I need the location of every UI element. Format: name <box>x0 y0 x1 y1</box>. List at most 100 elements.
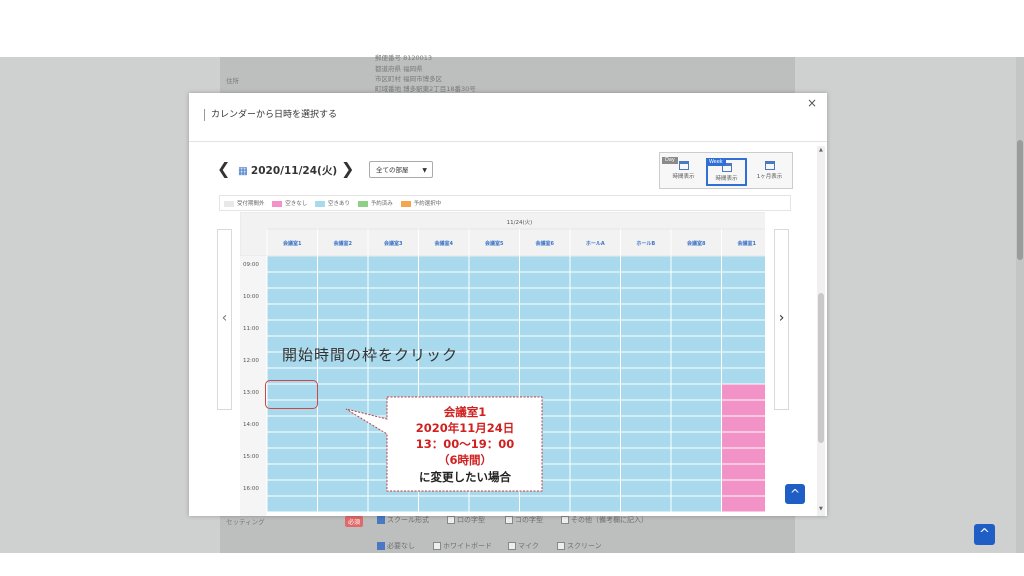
slot-available[interactable] <box>621 304 671 320</box>
slot-available[interactable] <box>722 256 765 272</box>
slot-available[interactable] <box>368 496 419 512</box>
slot-available[interactable] <box>318 320 368 336</box>
equipment-option-whiteboard[interactable]: ホワイトボード <box>433 541 492 551</box>
scroll-down-arrow-icon[interactable]: ▼ <box>819 506 823 512</box>
slot-available[interactable] <box>267 496 318 512</box>
slot-available[interactable] <box>671 480 722 496</box>
slot-available[interactable] <box>570 256 621 272</box>
setting-option-ro[interactable]: 口の字型 <box>447 515 485 525</box>
slot-available[interactable] <box>621 320 671 336</box>
slot-available[interactable] <box>570 368 621 384</box>
slot-available[interactable] <box>419 304 469 320</box>
slot-available[interactable] <box>722 272 765 288</box>
slot-available[interactable] <box>671 288 722 304</box>
slot-available[interactable] <box>469 256 520 272</box>
slot-available[interactable] <box>570 336 621 352</box>
slot-available[interactable] <box>318 272 368 288</box>
slot-available[interactable] <box>368 304 419 320</box>
slot-available[interactable] <box>570 448 621 464</box>
slot-available[interactable] <box>621 416 671 432</box>
slot-available[interactable] <box>267 320 318 336</box>
slot-available[interactable] <box>318 288 368 304</box>
modal-scroll-top-button[interactable]: ^ <box>785 484 805 504</box>
close-icon[interactable]: × <box>807 96 817 110</box>
slot-available[interactable] <box>570 416 621 432</box>
prev-day-button[interactable]: ❮ <box>217 159 230 178</box>
slot-available[interactable] <box>621 448 671 464</box>
slot-available[interactable] <box>520 304 570 320</box>
room-select[interactable]: 全ての部屋 ▼ <box>369 161 433 178</box>
setting-option-school[interactable]: スクール形式 <box>377 515 429 525</box>
slot-available[interactable] <box>621 288 671 304</box>
slot-available[interactable] <box>469 288 520 304</box>
slot-available[interactable] <box>469 352 520 368</box>
slot-available[interactable] <box>469 336 520 352</box>
slot-available[interactable] <box>368 288 419 304</box>
slot-available[interactable] <box>267 448 318 464</box>
slot-available[interactable] <box>469 320 520 336</box>
slot-available[interactable] <box>621 272 671 288</box>
page-scrollbar-thumb[interactable] <box>1017 140 1023 260</box>
slot-available[interactable] <box>419 320 469 336</box>
slot-available[interactable] <box>570 384 621 400</box>
slot-available[interactable] <box>469 368 520 384</box>
slot-available[interactable] <box>419 496 469 512</box>
setting-option-ko[interactable]: コの字型 <box>505 515 543 525</box>
page-scroll-top-button[interactable]: ^ <box>974 524 995 545</box>
slot-available[interactable] <box>722 304 765 320</box>
slot-available[interactable] <box>570 272 621 288</box>
slot-available[interactable] <box>671 448 722 464</box>
equipment-option-screen[interactable]: スクリーン <box>557 541 602 551</box>
slot-available[interactable] <box>267 464 318 480</box>
week-view-button[interactable]: Week 時間表示 <box>706 158 747 186</box>
slot-available[interactable] <box>671 416 722 432</box>
slot-available[interactable] <box>318 304 368 320</box>
slot-available[interactable] <box>621 384 671 400</box>
slot-available[interactable] <box>621 496 671 512</box>
slot-available[interactable] <box>267 256 318 272</box>
slot-available[interactable] <box>469 496 520 512</box>
slot-available[interactable] <box>570 320 621 336</box>
slot-available[interactable] <box>722 368 765 384</box>
slot-available[interactable] <box>520 368 570 384</box>
slot-available[interactable] <box>419 368 469 384</box>
slot-available[interactable] <box>671 256 722 272</box>
slot-available[interactable] <box>267 480 318 496</box>
slot-available[interactable] <box>469 304 520 320</box>
slot-available[interactable] <box>318 496 368 512</box>
slot-available[interactable] <box>671 464 722 480</box>
slot-available[interactable] <box>671 336 722 352</box>
day-view-button[interactable]: Day 時間表示 <box>662 157 704 186</box>
slot-available[interactable] <box>318 368 368 384</box>
slot-available[interactable] <box>570 304 621 320</box>
slot-available[interactable] <box>621 432 671 448</box>
slot-available[interactable] <box>621 480 671 496</box>
slot-available[interactable] <box>671 496 722 512</box>
slot-available[interactable] <box>520 320 570 336</box>
slot-available[interactable] <box>722 336 765 352</box>
slot-available[interactable] <box>570 464 621 480</box>
slot-available[interactable] <box>570 496 621 512</box>
slot-available[interactable] <box>419 256 469 272</box>
equipment-option-none[interactable]: 必要なし <box>377 541 415 551</box>
slot-available[interactable] <box>671 400 722 416</box>
slot-available[interactable] <box>469 272 520 288</box>
selected-slot-highlight[interactable] <box>265 380 318 409</box>
slot-available[interactable] <box>570 400 621 416</box>
slot-available[interactable] <box>520 336 570 352</box>
equipment-option-mic[interactable]: マイク <box>508 541 539 551</box>
grid-scroll-left-button[interactable]: ‹ <box>217 229 232 410</box>
slot-available[interactable] <box>368 272 419 288</box>
month-view-button[interactable]: 1ヶ月表示 <box>749 158 790 186</box>
slot-available[interactable] <box>621 336 671 352</box>
slot-available[interactable] <box>621 368 671 384</box>
slot-available[interactable] <box>621 256 671 272</box>
slot-available[interactable] <box>722 352 765 368</box>
slot-available[interactable] <box>671 304 722 320</box>
slot-available[interactable] <box>368 368 419 384</box>
slot-available[interactable] <box>419 288 469 304</box>
slot-available[interactable] <box>267 416 318 432</box>
slot-available[interactable] <box>368 256 419 272</box>
slot-available[interactable] <box>671 320 722 336</box>
slot-available[interactable] <box>621 352 671 368</box>
